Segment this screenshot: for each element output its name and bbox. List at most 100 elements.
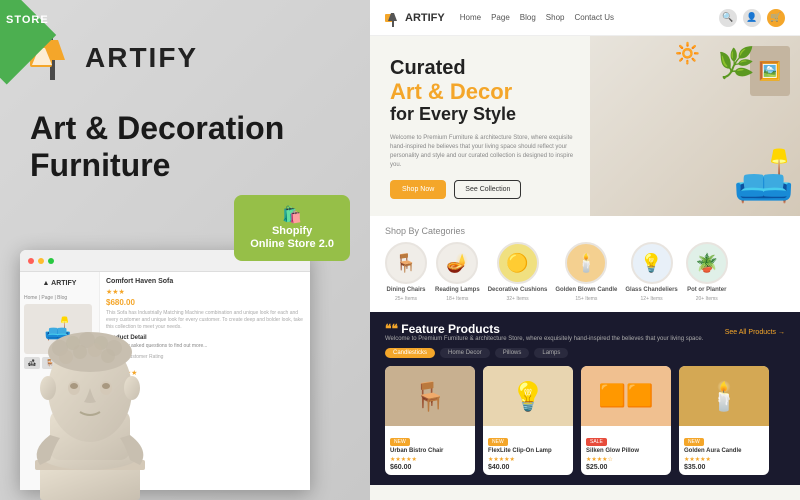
right-panel: ARTIFY Home Page Blog Shop Contact Us 🔍 … bbox=[370, 0, 800, 500]
category-icon-candles: 🕯️ bbox=[565, 242, 607, 284]
product-info-3: NEW Golden Aura Candle ★★★★★ $35.00 bbox=[679, 426, 769, 475]
shopify-icon: 🛍️ bbox=[250, 205, 334, 225]
filter-pillows[interactable]: Pillows bbox=[495, 348, 530, 358]
products-header: ❝❝ Feature Products Welcome to Premium F… bbox=[385, 322, 785, 342]
product-name-2: Silken Glow Pillow bbox=[586, 448, 666, 456]
category-count-candles: 15+ Items bbox=[575, 296, 597, 302]
hero-image-area: 🔆 🖼️ 🌿 🛋️ bbox=[590, 36, 800, 216]
product-card-1[interactable]: 💡 NEW FlexLite Clip-On Lamp ★★★★★ $40.00 bbox=[483, 366, 573, 475]
search-icon[interactable]: 🔍 bbox=[719, 9, 737, 27]
category-chandeliers[interactable]: 💡 Glass Chandeliers 12+ Items bbox=[625, 242, 677, 302]
categories-label: Shop By Categories bbox=[385, 226, 785, 236]
products-header-left: ❝❝ Feature Products Welcome to Premium F… bbox=[385, 322, 703, 342]
product-stars-0: ★★★★★ bbox=[390, 456, 470, 463]
see-collection-button[interactable]: See Collection bbox=[454, 180, 521, 199]
product-name-3: Golden Aura Candle bbox=[684, 448, 764, 456]
category-count-dining-chairs: 25+ Items bbox=[395, 296, 417, 302]
site-nav: ARTIFY Home Page Blog Shop Contact Us 🔍 … bbox=[370, 0, 800, 36]
category-count-planters: 20+ Items bbox=[696, 296, 718, 302]
category-icon-reading-lamps: 🪔 bbox=[436, 242, 478, 284]
hero-title-bottom: for Every Style bbox=[390, 104, 575, 126]
product-card-2[interactable]: 🟧🟧 SALE Silken Glow Pillow ★★★★☆ $25.00 bbox=[581, 366, 671, 475]
nav-link-page[interactable]: Page bbox=[491, 13, 510, 22]
hero-wall-art: 🖼️ bbox=[750, 46, 790, 96]
product-badge-1: NEW bbox=[488, 438, 508, 446]
product-img-3: 🕯️ bbox=[679, 366, 769, 426]
category-planters[interactable]: 🪴 Pot or Planter 20+ Items bbox=[686, 242, 728, 302]
product-info-0: NEW Urban Bistro Chair ★★★★★ $60.00 bbox=[385, 426, 475, 475]
category-name-chandeliers: Glass Chandeliers bbox=[625, 287, 677, 293]
category-decorative-cushions[interactable]: 🟡 Decorative Cushions 32+ Items bbox=[488, 242, 548, 302]
product-name-0: Urban Bistro Chair bbox=[390, 448, 470, 456]
product-price-0: $60.00 bbox=[390, 464, 470, 471]
categories-section: Shop By Categories 🪑 Dining Chairs 25+ I… bbox=[370, 216, 800, 312]
filter-candlesticks[interactable]: Candlesticks bbox=[385, 348, 435, 358]
product-card-3[interactable]: 🕯️ NEW Golden Aura Candle ★★★★★ $35.00 bbox=[679, 366, 769, 475]
category-name-dining-chairs: Dining Chairs bbox=[386, 287, 425, 293]
hero-description: Welcome to Premium Furniture & architect… bbox=[390, 134, 575, 170]
cart-icon[interactable]: 🛒 bbox=[767, 9, 785, 27]
hero-lamp-decoration: 🔆 bbox=[675, 41, 700, 66]
products-section: ❝❝ Feature Products Welcome to Premium F… bbox=[370, 312, 800, 485]
category-reading-lamps[interactable]: 🪔 Reading Lamps 18+ Items bbox=[435, 242, 480, 302]
shopify-badge: 🛍️ ShopifyOnline Store 2.0 bbox=[234, 195, 350, 261]
category-dining-chairs[interactable]: 🪑 Dining Chairs 25+ Items bbox=[385, 242, 427, 302]
category-candles[interactable]: 🕯️ Golden Blown Candle 15+ Items bbox=[555, 242, 617, 302]
product-info-1: NEW FlexLite Clip-On Lamp ★★★★★ $40.00 bbox=[483, 426, 573, 475]
products-title: ❝❝ Feature Products bbox=[385, 322, 703, 336]
products-subtitle: Welcome to Premium Furniture & architect… bbox=[385, 336, 703, 342]
category-name-cushions: Decorative Cushions bbox=[488, 287, 548, 293]
nav-link-home[interactable]: Home bbox=[460, 13, 481, 22]
category-name-planters: Pot or Planter bbox=[687, 287, 726, 293]
category-icon-dining-chairs: 🪑 bbox=[385, 242, 427, 284]
product-stars-1: ★★★★★ bbox=[488, 456, 568, 463]
product-stars-2: ★★★★☆ bbox=[586, 456, 666, 463]
brand-name: ARTIFY bbox=[85, 42, 198, 74]
category-name-candles: Golden Blown Candle bbox=[555, 287, 617, 293]
hero-title-top: Curated bbox=[390, 56, 575, 80]
nav-logo-text: ARTIFY bbox=[405, 12, 445, 24]
categories-row: 🪑 Dining Chairs 25+ Items 🪔 Reading Lamp… bbox=[385, 242, 785, 302]
filter-home-decor[interactable]: Home Decor bbox=[440, 348, 490, 358]
brand-area: ARTIFY bbox=[30, 30, 198, 85]
hero-section: Curated Art & Decor for Every Style Welc… bbox=[370, 36, 800, 216]
hero-sofa-image: 🛋️ bbox=[733, 147, 795, 206]
nav-link-contact[interactable]: Contact Us bbox=[574, 13, 614, 22]
product-price-3: $35.00 bbox=[684, 464, 764, 471]
product-price-1: $40.00 bbox=[488, 464, 568, 471]
product-badge-3: NEW bbox=[684, 438, 704, 446]
title-line1: Art & Decoration Furniture bbox=[30, 110, 340, 184]
hero-content: Curated Art & Decor for Every Style Welc… bbox=[370, 36, 590, 216]
category-icon-planters: 🪴 bbox=[686, 242, 728, 284]
product-name-1: FlexLite Clip-On Lamp bbox=[488, 448, 568, 456]
category-count-cushions: 32+ Items bbox=[506, 296, 528, 302]
left-panel: STORE ARTIFY Art & Decoration Furniture … bbox=[0, 0, 370, 500]
category-icon-cushions: 🟡 bbox=[497, 242, 539, 284]
hero-buttons: Shop Now See Collection bbox=[390, 180, 575, 199]
product-badge-2: SALE bbox=[586, 438, 607, 446]
shopify-label: ShopifyOnline Store 2.0 bbox=[250, 225, 334, 251]
products-grid: 🪑 NEW Urban Bistro Chair ★★★★★ $60.00 💡 … bbox=[385, 366, 785, 475]
category-icon-chandeliers: 💡 bbox=[631, 242, 673, 284]
nav-logo: ARTIFY bbox=[385, 9, 445, 27]
hero-title-accent: Art & Decor bbox=[390, 80, 575, 104]
main-title: Art & Decoration Furniture bbox=[30, 110, 340, 184]
products-filters: Candlesticks Home Decor Pillows Lamps bbox=[385, 348, 785, 358]
user-icon[interactable]: 👤 bbox=[743, 9, 761, 27]
see-all-products[interactable]: See All Products → bbox=[725, 329, 785, 336]
product-img-2: 🟧🟧 bbox=[581, 366, 671, 426]
hero-plant-decoration: 🌿 bbox=[718, 46, 755, 81]
nav-icons: 🔍 👤 🛒 bbox=[719, 9, 785, 27]
shop-now-button[interactable]: Shop Now bbox=[390, 180, 446, 199]
category-name-reading-lamps: Reading Lamps bbox=[435, 287, 480, 293]
product-badge-0: NEW bbox=[390, 438, 410, 446]
nav-link-shop[interactable]: Shop bbox=[546, 13, 565, 22]
filter-lamps[interactable]: Lamps bbox=[534, 348, 568, 358]
product-info-2: SALE Silken Glow Pillow ★★★★☆ $25.00 bbox=[581, 426, 671, 475]
store-badge-text: STORE bbox=[6, 14, 49, 26]
product-card-0[interactable]: 🪑 NEW Urban Bistro Chair ★★★★★ $60.00 bbox=[385, 366, 475, 475]
nav-link-blog[interactable]: Blog bbox=[520, 13, 536, 22]
product-stars-3: ★★★★★ bbox=[684, 456, 764, 463]
nav-links: Home Page Blog Shop Contact Us bbox=[460, 13, 704, 22]
category-count-reading-lamps: 18+ Items bbox=[446, 296, 468, 302]
